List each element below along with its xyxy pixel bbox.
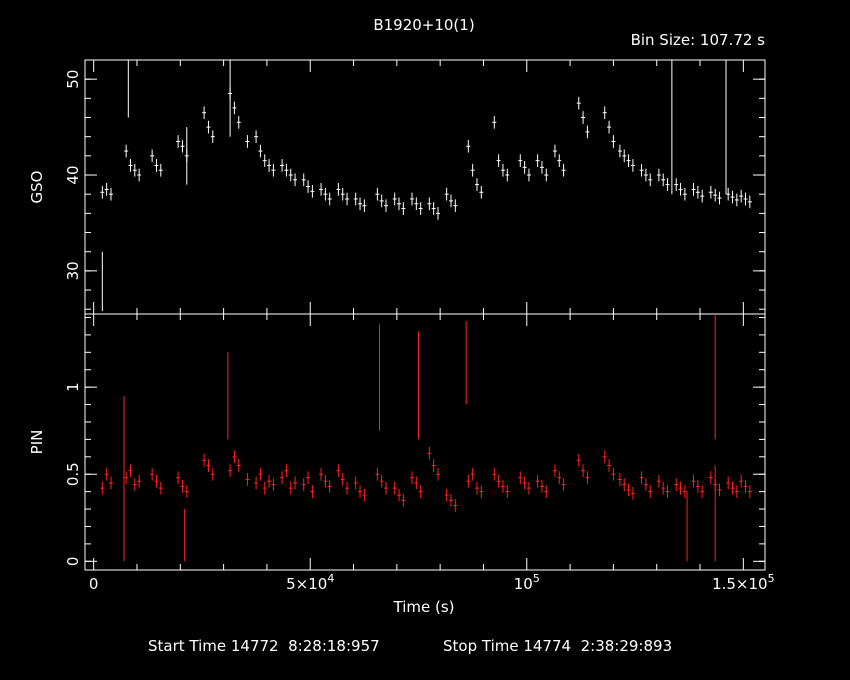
stop-time-label: Stop Time 14774 2:38:29:893: [443, 637, 672, 655]
pin-y-tick-label: 0: [64, 557, 82, 567]
gso-y-tick-label: 30: [64, 261, 82, 280]
x-tick-label: 0: [89, 575, 99, 593]
x-tick-label: 1.5×105: [712, 572, 775, 593]
gso-y-tick-label: 40: [64, 165, 82, 184]
pin-y-axis-label: PIN: [28, 430, 46, 455]
gso-y-axis-label: GSO: [28, 171, 46, 204]
x-axis-label: Time (s): [393, 598, 455, 616]
x-tick-label: 5×104: [286, 572, 334, 593]
pin-y-tick-label: 1: [64, 382, 82, 392]
bin-size-label: Bin Size: 107.72 s: [631, 31, 766, 49]
lightcurve-figure: B1920+10(1) Bin Size: 107.72 s 30 40 50 GS…: [0, 0, 850, 680]
gso-y-tick-label: 50: [64, 70, 82, 89]
pin-y-tick-label: 0.5: [64, 462, 82, 486]
start-time-label: Start Time 14772 8:28:18:957: [148, 637, 380, 655]
chart-title: B1920+10(1): [373, 16, 474, 34]
